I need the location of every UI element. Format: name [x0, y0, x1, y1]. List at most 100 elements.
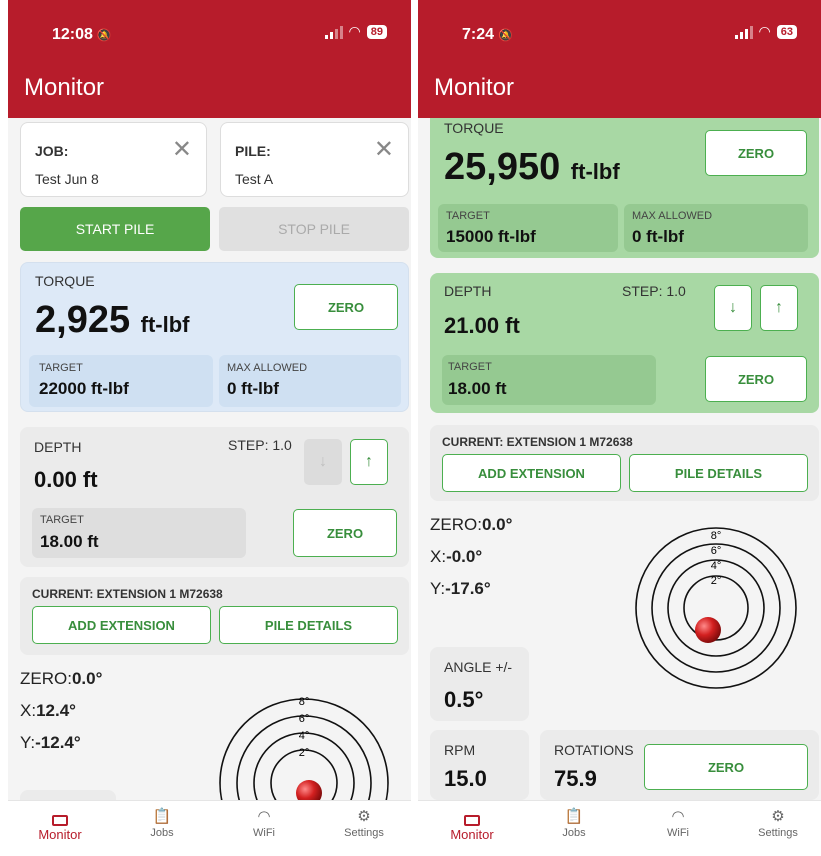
torque-label: TORQUE	[35, 273, 95, 289]
tab-jobs[interactable]: 📋 Jobs	[122, 807, 202, 839]
add-extension-button[interactable]: ADD EXTENSION	[442, 454, 621, 492]
tilt-y-value: -17.6°	[445, 579, 491, 598]
torque-zero-button[interactable]: ZERO	[705, 130, 807, 176]
depth-zero-button[interactable]: ZERO	[705, 356, 807, 402]
tilt-x-value: -0.0°	[446, 547, 483, 566]
rpm-card: RPM 15.0	[430, 730, 529, 800]
torque-target-label: TARGET	[39, 362, 83, 374]
status-bar: 12:08 🔕 ◠ 89	[8, 0, 411, 56]
monitor-icon	[20, 807, 100, 827]
phone-screen-left: 12:08 🔕 ◠ 89 Monitor JOB: Test Jun 8 ✕ PI…	[8, 0, 411, 856]
app-bar: Monitor	[418, 56, 821, 118]
angle-card-partial	[20, 790, 116, 800]
job-value: Test Jun 8	[35, 171, 99, 187]
page-title: Monitor	[434, 74, 515, 101]
torque-max-box: MAX ALLOWED 0 ft-lbf	[624, 204, 808, 252]
start-pile-button[interactable]: START PILE	[20, 207, 210, 251]
depth-up-icon[interactable]: ↑	[350, 439, 388, 485]
tab-monitor[interactable]: Monitor	[20, 807, 100, 842]
clipboard-icon: 📋	[152, 808, 172, 825]
rotations-value: 75.9	[554, 766, 597, 791]
tilt-target: 8° 6° 4° 2°	[635, 527, 797, 689]
torque-max-value: 0 ft-lbf	[632, 227, 684, 246]
monitor-icon	[432, 807, 512, 827]
angle-value: 0.5°	[444, 687, 484, 712]
torque-unit: ft-lbf	[570, 159, 620, 184]
page-title: Monitor	[24, 74, 105, 101]
tilt-zero-readout: ZERO:0.0°	[20, 669, 103, 688]
clear-pile-icon[interactable]: ✕	[374, 135, 394, 164]
status-bar: 7:24 🔕 ◠ 63	[418, 0, 821, 56]
job-label: JOB:	[35, 143, 69, 159]
torque-target-box: TARGET 15000 ft-lbf	[438, 204, 618, 252]
gear-icon: ⚙	[357, 808, 371, 825]
tilt-x-readout: X:-0.0°	[430, 547, 483, 566]
rpm-label: RPM	[444, 742, 476, 758]
tilt-zero-value: 0.0°	[481, 515, 513, 534]
pile-details-button[interactable]: PILE DETAILS	[629, 454, 808, 492]
pile-card[interactable]: PILE: Test A ✕	[220, 122, 409, 197]
stop-pile-button[interactable]: STOP PILE	[219, 207, 409, 251]
depth-step: STEP: 1.0	[622, 283, 686, 299]
tab-monitor[interactable]: Monitor	[432, 807, 512, 842]
depth-zero-button[interactable]: ZERO	[293, 509, 397, 557]
depth-target-label: TARGET	[448, 361, 492, 373]
pile-details-button[interactable]: PILE DETAILS	[219, 606, 398, 644]
tilt-x-readout: X:12.4°	[20, 701, 76, 720]
signal-icon	[324, 25, 343, 39]
depth-target-value: 18.00 ft	[40, 532, 99, 551]
monitor-content: TORQUE 25,950 ft-lbf ZERO TARGET 15000 f…	[418, 118, 821, 800]
add-extension-button[interactable]: ADD EXTENSION	[32, 606, 211, 644]
depth-value: 0.00 ft	[34, 467, 98, 492]
battery-icon: 89	[366, 24, 387, 39]
torque-zero-button[interactable]: ZERO	[294, 284, 398, 330]
tab-settings[interactable]: ⚙ Settings	[738, 807, 818, 839]
depth-down-icon[interactable]: ↓	[304, 439, 342, 485]
tab-wifi[interactable]: ◠ WiFi	[224, 807, 304, 839]
depth-label: DEPTH	[444, 283, 492, 299]
ring-label-4: 4°	[299, 730, 310, 742]
extension-card: CURRENT: EXTENSION 1 M72638 ADD EXTENSIO…	[20, 577, 409, 655]
job-card[interactable]: JOB: Test Jun 8 ✕	[20, 122, 207, 197]
ring-label-8: 8°	[711, 530, 722, 542]
depth-target-box: TARGET 18.00 ft	[32, 508, 246, 558]
bell-slash-icon: 🔕	[498, 28, 513, 42]
clear-job-icon[interactable]: ✕	[172, 135, 192, 164]
status-time: 7:24	[462, 26, 495, 43]
clipboard-icon: 📋	[564, 808, 584, 825]
ring-label-2: 2°	[711, 575, 722, 587]
ring-label-6: 6°	[299, 713, 310, 725]
wifi-status-icon: ◠	[758, 23, 771, 39]
depth-target-value: 18.00 ft	[448, 379, 507, 398]
tab-wifi[interactable]: ◠ WiFi	[638, 807, 718, 839]
ring-label-2: 2°	[299, 747, 310, 759]
bottom-tab-bar: Monitor 📋 Jobs ◠ WiFi ⚙ Settings	[418, 800, 821, 856]
depth-card: DEPTH STEP: 1.0 0.00 ft ↓ ↑ TARGET 18.00…	[20, 427, 409, 567]
depth-down-icon[interactable]: ↓	[714, 285, 752, 331]
depth-value: 21.00 ft	[444, 313, 520, 338]
battery-icon: 63	[776, 24, 797, 39]
wifi-icon: ◠	[671, 808, 685, 825]
torque-target-label: TARGET	[446, 210, 490, 222]
depth-target-box: TARGET 18.00 ft	[442, 355, 656, 405]
tilt-zero-readout: ZERO:0.0°	[430, 515, 513, 534]
ring-label-4: 4°	[711, 560, 722, 572]
torque-value: 2,925	[35, 299, 131, 341]
phone-screen-right: 7:24 🔕 ◠ 63 Monitor TORQUE 25,950 ft-lbf …	[418, 0, 821, 856]
rotations-card: ROTATIONS 75.9 ZERO	[540, 730, 819, 800]
tilt-ball	[296, 780, 322, 800]
tilt-y-value: -12.4°	[35, 733, 81, 752]
rotations-zero-button[interactable]: ZERO	[644, 744, 808, 790]
torque-max-label: MAX ALLOWED	[632, 210, 713, 222]
depth-target-label: TARGET	[40, 514, 84, 526]
torque-value: 25,950	[444, 146, 561, 188]
tilt-y-readout: Y:-12.4°	[20, 733, 81, 752]
torque-unit: ft-lbf	[140, 312, 190, 337]
tab-settings[interactable]: ⚙ Settings	[324, 807, 404, 839]
depth-up-icon[interactable]: ↑	[760, 285, 798, 331]
tab-jobs[interactable]: 📋 Jobs	[534, 807, 614, 839]
torque-card: TORQUE 2,925 ft-lbf ZERO TARGET 22000 ft…	[20, 262, 409, 412]
ring-label-8: 8°	[299, 696, 310, 708]
pile-label: PILE:	[235, 143, 271, 159]
current-extension: CURRENT: EXTENSION 1 M72638	[32, 587, 223, 601]
